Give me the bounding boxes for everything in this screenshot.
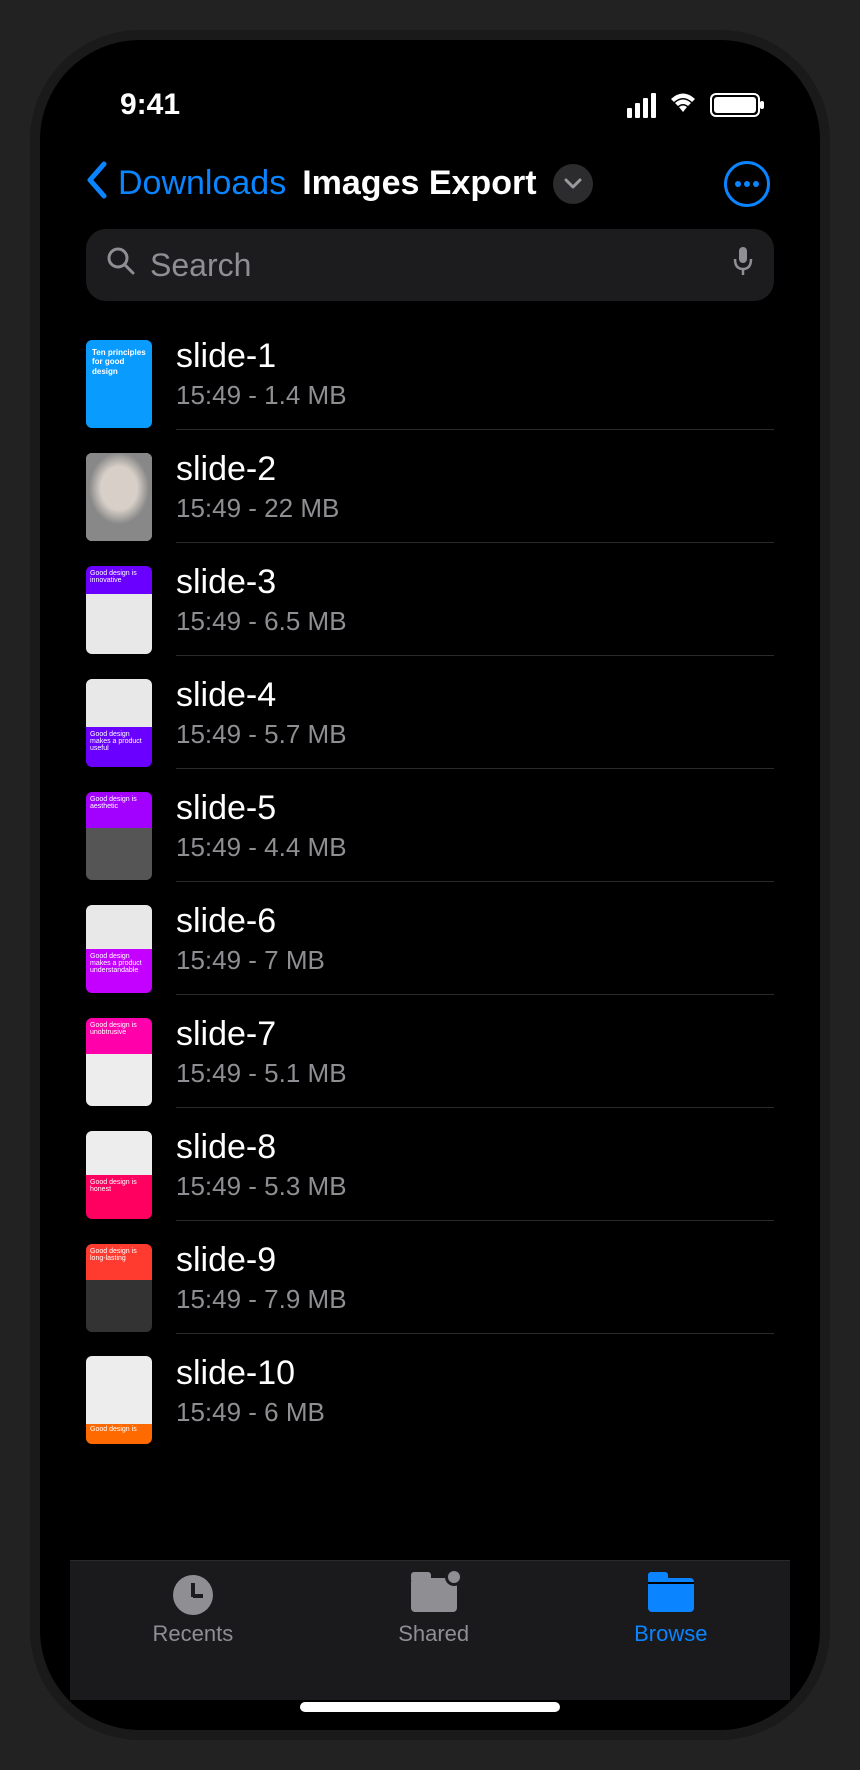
title-menu-button[interactable] — [553, 164, 593, 204]
file-row[interactable]: Good design is aesthetic slide-5 15:49 - 4… — [86, 779, 774, 892]
tab-recents[interactable]: Recents — [152, 1575, 233, 1647]
back-chevron-icon[interactable] — [80, 160, 112, 207]
file-row[interactable]: Good design is long-lasting slide-9 15:49 … — [86, 1231, 774, 1344]
file-thumbnail: Good design is long-lasting — [86, 1244, 152, 1332]
file-thumbnail: Good design makes a product understandab… — [86, 905, 152, 993]
file-row[interactable]: Good design makes a product understandab… — [86, 892, 774, 1005]
folder-shared-icon — [411, 1578, 457, 1612]
file-meta: 15:49 - 5.7 MB — [176, 719, 774, 750]
tab-bar: Recents Shared Browse — [70, 1560, 790, 1700]
tab-browse[interactable]: Browse — [634, 1575, 707, 1647]
file-list[interactable]: Ten principles for good design slide-1 15:… — [70, 317, 790, 1560]
page-title: Images Export — [302, 164, 536, 203]
file-thumbnail: Good design is innovative — [86, 566, 152, 654]
file-name: slide-4 — [176, 676, 774, 715]
file-meta: 15:49 - 7 MB — [176, 945, 774, 976]
file-row[interactable]: Ten principles for good design slide-1 15:… — [86, 327, 774, 440]
file-meta: 15:49 - 6 MB — [176, 1397, 774, 1428]
file-thumbnail: Good design is — [86, 1356, 152, 1444]
file-thumbnail — [86, 453, 152, 541]
file-row[interactable]: Good design is slide-10 15:49 - 6 MB — [86, 1344, 774, 1456]
file-thumbnail: Good design makes a product useful — [86, 679, 152, 767]
file-info: slide-1 15:49 - 1.4 MB — [176, 337, 774, 430]
nav-bar: Downloads Images Export — [70, 130, 790, 223]
clock-icon — [173, 1575, 213, 1615]
file-meta: 15:49 - 22 MB — [176, 493, 774, 524]
tab-label: Recents — [152, 1621, 233, 1647]
tab-label: Shared — [398, 1621, 469, 1647]
status-icons — [627, 91, 760, 119]
home-indicator[interactable] — [300, 1702, 560, 1712]
battery-icon — [710, 93, 760, 117]
file-name: slide-9 — [176, 1241, 774, 1280]
search-icon — [106, 246, 136, 284]
file-meta: 15:49 - 7.9 MB — [176, 1284, 774, 1315]
tab-label: Browse — [634, 1621, 707, 1647]
status-bar: 9:41 — [70, 80, 790, 130]
file-thumbnail: Good design is aesthetic — [86, 792, 152, 880]
back-button[interactable]: Downloads — [118, 164, 286, 203]
device-frame: 9:41 Downloads Images Export T — [40, 40, 820, 1730]
file-row[interactable]: Good design is unobtrusive slide-7 15:49 -… — [86, 1005, 774, 1118]
file-meta: 15:49 - 4.4 MB — [176, 832, 774, 863]
file-name: slide-1 — [176, 337, 774, 376]
file-meta: 15:49 - 5.3 MB — [176, 1171, 774, 1202]
file-info: slide-4 15:49 - 5.7 MB — [176, 676, 774, 769]
file-thumbnail: Good design is honest — [86, 1131, 152, 1219]
folder-icon — [648, 1578, 694, 1612]
file-row[interactable]: Good design is honest slide-8 15:49 - 5.3 … — [86, 1118, 774, 1231]
file-name: slide-3 — [176, 563, 774, 602]
file-name: slide-7 — [176, 1015, 774, 1054]
file-row[interactable]: Good design is innovative slide-3 15:49 - … — [86, 553, 774, 666]
more-actions-button[interactable] — [724, 161, 770, 207]
file-info: slide-10 15:49 - 6 MB — [176, 1354, 774, 1446]
file-name: slide-6 — [176, 902, 774, 941]
cellular-icon — [627, 93, 656, 118]
file-info: slide-6 15:49 - 7 MB — [176, 902, 774, 995]
file-info: slide-3 15:49 - 6.5 MB — [176, 563, 774, 656]
file-row[interactable]: slide-2 15:49 - 22 MB — [86, 440, 774, 553]
file-thumbnail: Ten principles for good design — [86, 340, 152, 428]
file-name: slide-8 — [176, 1128, 774, 1167]
wifi-icon — [668, 91, 698, 119]
file-name: slide-10 — [176, 1354, 774, 1393]
file-thumbnail: Good design is unobtrusive — [86, 1018, 152, 1106]
file-meta: 15:49 - 6.5 MB — [176, 606, 774, 637]
file-info: slide-5 15:49 - 4.4 MB — [176, 789, 774, 882]
file-info: slide-9 15:49 - 7.9 MB — [176, 1241, 774, 1334]
search-input[interactable] — [150, 247, 718, 284]
status-time: 9:41 — [120, 88, 180, 122]
file-row[interactable]: Good design makes a product useful slide-… — [86, 666, 774, 779]
file-name: slide-5 — [176, 789, 774, 828]
file-name: slide-2 — [176, 450, 774, 489]
search-bar[interactable] — [86, 229, 774, 301]
file-meta: 15:49 - 1.4 MB — [176, 380, 774, 411]
file-info: slide-7 15:49 - 5.1 MB — [176, 1015, 774, 1108]
file-info: slide-8 15:49 - 5.3 MB — [176, 1128, 774, 1221]
mic-icon[interactable] — [732, 245, 754, 285]
tab-shared[interactable]: Shared — [398, 1575, 469, 1647]
file-info: slide-2 15:49 - 22 MB — [176, 450, 774, 543]
file-meta: 15:49 - 5.1 MB — [176, 1058, 774, 1089]
